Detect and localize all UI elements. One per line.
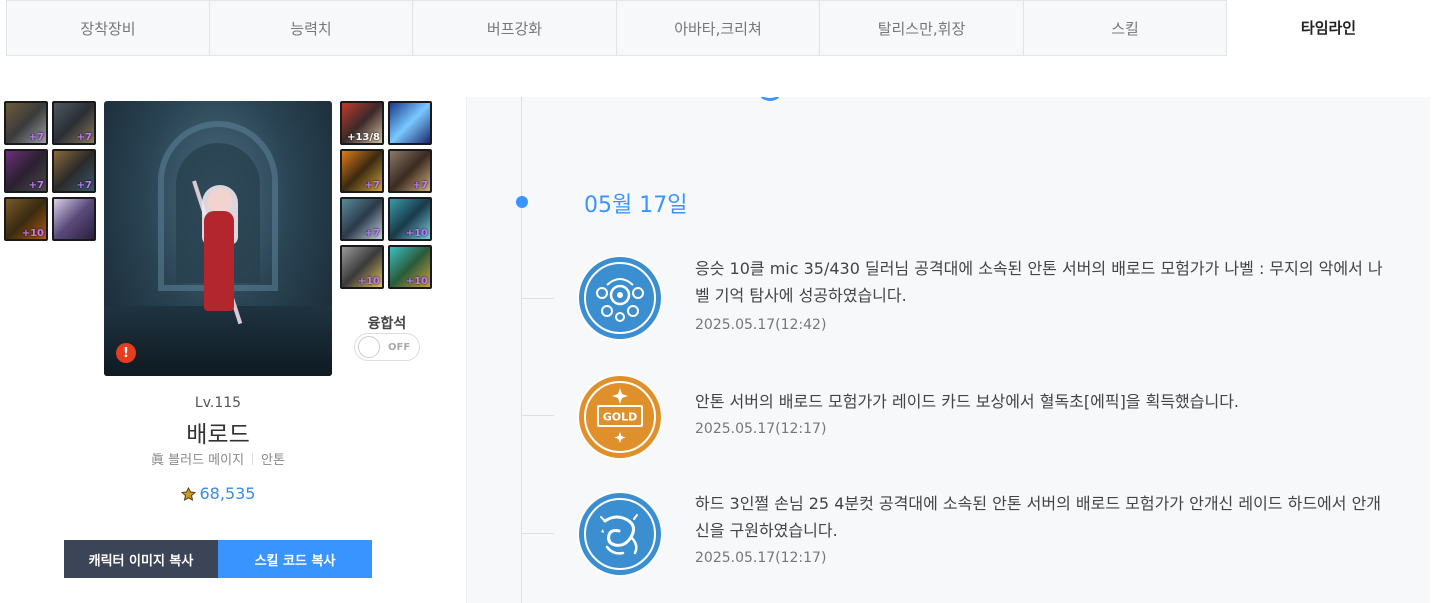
character-job: 眞 블러드 메이지 (151, 453, 245, 468)
entry-time: 2025.05.17(12:17) (695, 421, 827, 437)
timeline-date: 05월 17일 (584, 193, 688, 218)
equipment-slot-support[interactable]: +7 (388, 149, 432, 193)
alert-icon[interactable]: ! (116, 343, 136, 363)
copy-skill-code-button[interactable]: 스킬 코드 복사 (218, 540, 372, 578)
equipment-slot-top[interactable]: +7 (4, 149, 48, 193)
equipment-slot-subweapon[interactable]: +10 (388, 245, 432, 289)
tab-equipment[interactable]: 장착장비 (6, 0, 210, 56)
entry-text: 응슷 10클 mic 35/430 딜러님 공격대에 소속된 안톤 서버의 배로… (695, 259, 1383, 305)
entry-connector (522, 533, 554, 534)
raid-emblem-icon (577, 255, 663, 341)
character-portrait: ! (104, 101, 332, 376)
entry-connector (522, 298, 554, 299)
tab-buff[interactable]: 버프강화 (413, 0, 617, 56)
entry-text: 하드 3인쩔 손님 25 4분컷 공격대에 소속된 안톤 서버의 배로드 모험가… (695, 494, 1382, 540)
copy-character-image-button[interactable]: 캐릭터 이미지 복사 (64, 540, 218, 578)
character-panel: +7 +7 +7 +7 +10 ! +13/8 +7 +7 +7 +10 +10… (0, 56, 466, 603)
timeline-axis (521, 97, 522, 603)
equipment-slot-weapon[interactable]: +7 (4, 101, 48, 145)
character-level: Lv.115 (194, 395, 242, 411)
toggle-state: OFF (388, 341, 411, 353)
equipment-slot-earring[interactable]: +10 (388, 197, 432, 241)
tab-timeline[interactable]: 타임라인 (1227, 0, 1430, 56)
meta-divider (252, 452, 254, 465)
tab-bar: 장착장비 능력치 버프강화 아바타,크리쳐 탈리스만,휘장 스킬 타임라인 (6, 0, 1430, 56)
entry-connector (522, 415, 554, 416)
tab-skill[interactable]: 스킬 (1024, 0, 1227, 56)
equipment-slot-necklace[interactable]: +13/8 (340, 101, 384, 145)
tab-avatar-creature[interactable]: 아바타,크리쳐 (617, 0, 820, 56)
equipment-slot-bracelet[interactable] (388, 101, 432, 145)
date-marker (516, 196, 528, 208)
character-name: 배로드 (186, 422, 250, 448)
fame-icon (180, 486, 196, 501)
equipment-slot-shoulder[interactable]: +7 (52, 149, 96, 193)
fame-value: 68,535 (199, 484, 256, 503)
entry-time: 2025.05.17(12:42) (695, 317, 827, 333)
entry-time: 2025.05.17(12:17) (695, 550, 827, 566)
gold-card-icon: GOLD (577, 374, 663, 460)
toggle-knob (358, 336, 380, 358)
equipment-slot-belt[interactable] (52, 197, 96, 241)
timeline-top-marker (757, 97, 783, 101)
dragon-emblem-icon (577, 491, 663, 577)
character-server: 안톤 (261, 453, 285, 468)
equipment-slot-magic-stone[interactable]: +7 (340, 197, 384, 241)
character-meta: 眞 블러드 메이지 안톤 (104, 449, 332, 468)
timeline-panel: 05월 17일 응슷 10클 mic 35/430 딜러님 공격대에 소속된 안… (466, 97, 1430, 603)
tab-talisman-emblem[interactable]: 탈리스만,휘장 (820, 0, 1024, 56)
equipment-slot-ring[interactable]: +7 (340, 149, 384, 193)
character-fame: 68,535 (104, 484, 332, 503)
fusion-stone-toggle[interactable]: OFF (354, 333, 420, 361)
entry-text: 안톤 서버의 배로드 모험가가 레이드 카드 보상에서 혈독초[에픽]을 획득했… (695, 392, 1240, 411)
gold-badge-text: GOLD (603, 411, 638, 424)
fusion-stone-label: 융합석 (367, 316, 407, 332)
tab-stats[interactable]: 능력치 (210, 0, 413, 56)
equipment-slot-shoes[interactable]: +10 (340, 245, 384, 289)
equipment-slot-bottom[interactable]: +10 (4, 197, 48, 241)
equipment-slot-title[interactable]: +7 (52, 101, 96, 145)
